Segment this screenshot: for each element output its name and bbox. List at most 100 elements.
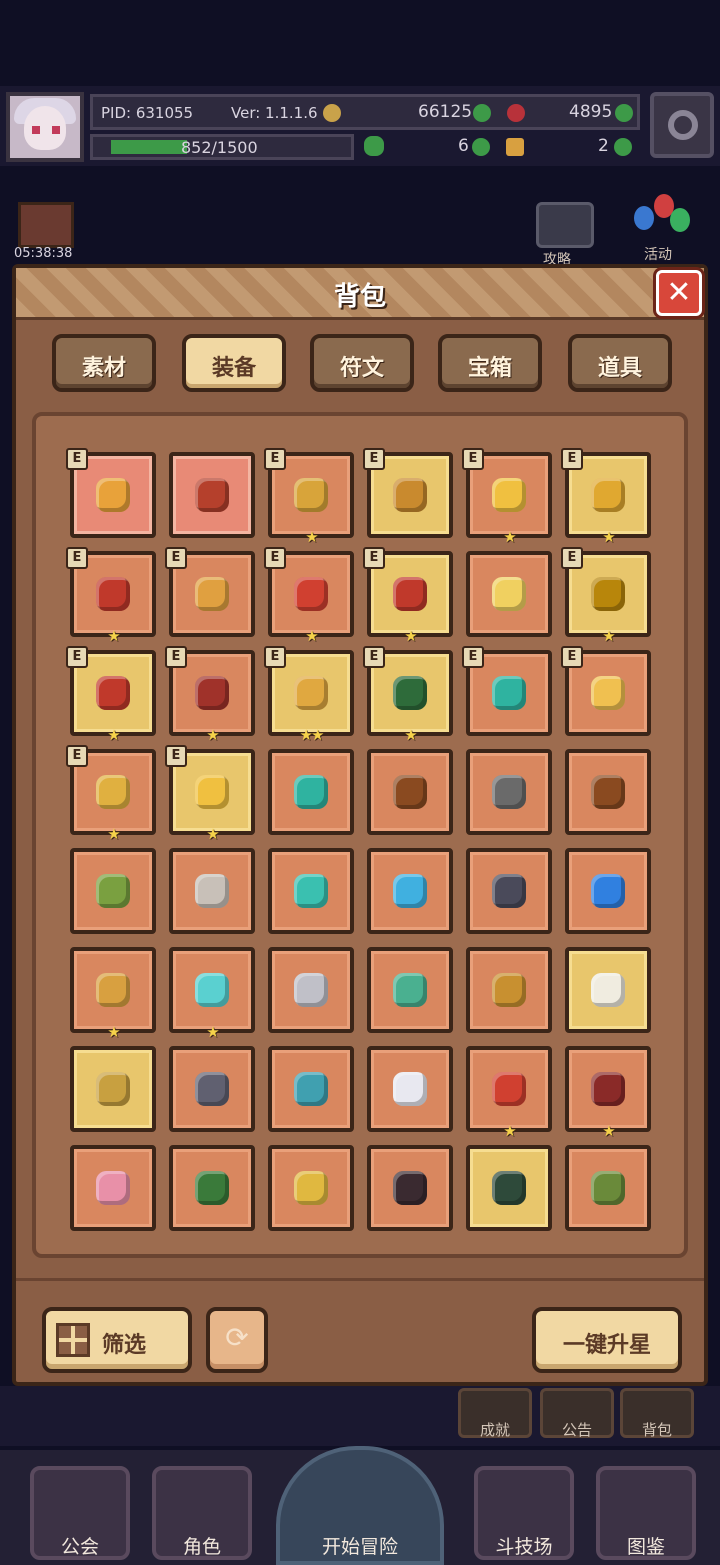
gold-coin-icon xyxy=(323,104,341,122)
item-slot-lamp[interactable] xyxy=(268,1046,354,1132)
item-slot-glove[interactable]: E ★ xyxy=(363,547,453,645)
pendant-icon xyxy=(96,775,130,809)
gem-count: 4895 xyxy=(569,102,613,122)
star-rating: ★ xyxy=(107,825,120,843)
filter-button[interactable]: 筛选 xyxy=(42,1307,192,1373)
equipped-badge: E xyxy=(462,646,484,668)
plus-icon[interactable] xyxy=(472,138,490,156)
mace-icon xyxy=(294,478,328,512)
avatar-eye xyxy=(32,126,40,134)
nav-arena[interactable]: 斗技场 xyxy=(474,1466,574,1560)
tab-materials[interactable]: 素材 xyxy=(52,334,156,392)
settings-button[interactable] xyxy=(650,92,714,158)
equipped-badge: E xyxy=(165,646,187,668)
sun-ring-icon xyxy=(492,577,526,611)
equipped-badge: E xyxy=(264,646,286,668)
item-slot-pearl[interactable] xyxy=(367,1046,453,1132)
bag-button[interactable]: 背包 xyxy=(620,1388,694,1439)
player-avatar[interactable] xyxy=(6,92,84,162)
star-rating: ★ xyxy=(206,726,219,744)
tab-equipment[interactable]: 装备 xyxy=(182,334,286,392)
item-slot-helmet[interactable]: E ★ xyxy=(462,448,552,546)
item-slot-iron-crossbow[interactable] xyxy=(466,749,552,835)
notice-button[interactable]: 公告 xyxy=(540,1388,614,1439)
boots-gold-icon xyxy=(294,676,328,710)
item-slot-necklace[interactable]: E ★ xyxy=(165,646,255,744)
plus-icon[interactable] xyxy=(614,138,632,156)
plus-icon[interactable] xyxy=(473,104,491,122)
tab-runes[interactable]: 符文 xyxy=(310,334,414,392)
guide-icon[interactable]: 攻略 xyxy=(536,202,594,268)
pid-label: PID: 631055 xyxy=(101,104,194,122)
item-slot-ring[interactable]: E ★ xyxy=(561,448,651,546)
item-slot-spear[interactable] xyxy=(466,947,552,1033)
exp-bar-fill xyxy=(111,140,187,154)
gem-icon xyxy=(507,104,525,122)
item-slot-green-mace[interactable] xyxy=(70,848,156,934)
plus-icon[interactable] xyxy=(615,104,633,122)
item-slot-dagger[interactable] xyxy=(169,1046,255,1132)
item-slot-axe[interactable] xyxy=(169,848,255,934)
item-slot-arrow[interactable]: ★ xyxy=(70,947,156,1041)
item-slot-sun-ring[interactable] xyxy=(466,551,552,637)
item-slot-gem-ring[interactable]: E ★ xyxy=(165,745,255,843)
gift-box-icon[interactable] xyxy=(18,202,74,248)
item-slot-crown[interactable] xyxy=(268,1145,354,1231)
filter-label: 筛选 xyxy=(102,1333,147,1358)
item-slot-boots-gold[interactable]: E ★★ xyxy=(264,646,354,744)
item-slot-red-hood[interactable]: ★ xyxy=(565,1046,651,1140)
item-slot-boots-green[interactable]: E ★ xyxy=(363,646,453,744)
star-rating: ★ xyxy=(404,726,417,744)
item-slot-wings-armor[interactable]: E xyxy=(165,547,255,637)
item-slot-ice-wand[interactable] xyxy=(367,848,453,934)
item-slot-scepter[interactable]: E xyxy=(363,448,453,538)
item-slot-crown-ring[interactable]: E ★ xyxy=(561,547,651,645)
item-slot-crossed-swords[interactable] xyxy=(268,947,354,1033)
item-slot-boots-teal[interactable]: E xyxy=(462,646,552,736)
item-slot-ice-club[interactable] xyxy=(268,848,354,934)
nav-guild[interactable]: 公会 xyxy=(30,1466,130,1560)
green-hood-icon xyxy=(195,1171,229,1205)
item-slot-phoenix-cloak[interactable]: ★ xyxy=(466,1046,552,1140)
refresh-button[interactable]: ⟳ xyxy=(206,1307,268,1373)
timer-label: 05:38:38 xyxy=(14,246,73,261)
nav-character[interactable]: 角色 xyxy=(152,1466,252,1560)
item-slot-dark-hood[interactable] xyxy=(466,1145,552,1231)
item-slot-green-hood[interactable] xyxy=(169,1145,255,1231)
item-slot-shield[interactable] xyxy=(565,947,651,1033)
item-slot-mace[interactable]: E ★ xyxy=(264,448,354,546)
one-click-upstar-button[interactable]: 一键升星 xyxy=(532,1307,682,1373)
item-slot-orb[interactable]: ★ xyxy=(169,947,255,1041)
item-slot-crossbow[interactable] xyxy=(367,749,453,835)
dark-sword-icon xyxy=(492,874,526,908)
item-slot-green-arrow[interactable] xyxy=(367,947,453,1033)
item-slot-hat[interactable]: E xyxy=(66,448,156,538)
item-slot-bow[interactable] xyxy=(268,749,354,835)
item-slot-staff[interactable] xyxy=(565,749,651,835)
star-rating: ★ xyxy=(602,528,615,546)
player-info-box: PID: 631055 Ver: 1.1.1.6 66125 4895 xyxy=(90,94,640,130)
item-slot-pink-hood[interactable] xyxy=(70,1145,156,1231)
nav-codex[interactable]: 图鉴 xyxy=(596,1466,696,1560)
tab-chests[interactable]: 宝箱 xyxy=(438,334,542,392)
item-slot-amulet[interactable]: E xyxy=(561,646,651,736)
glove-icon xyxy=(393,577,427,611)
item-slot-cap[interactable] xyxy=(169,452,255,538)
item-slot-gauntlet[interactable]: E ★ xyxy=(264,547,354,645)
tab-items[interactable]: 道具 xyxy=(568,334,672,392)
equipped-badge: E xyxy=(66,745,88,767)
close-button[interactable]: ✕ xyxy=(656,270,702,316)
item-slot-collar[interactable]: E ★ xyxy=(66,646,156,744)
item-slot-dark-sword[interactable] xyxy=(466,848,552,934)
item-slot-armor[interactable]: E ★ xyxy=(66,547,156,645)
upstar-label: 一键升星 xyxy=(562,1333,651,1358)
tab-label: 宝箱 xyxy=(467,356,512,381)
item-slot-leaf-hood[interactable] xyxy=(565,1145,651,1231)
item-slot-orb-staff[interactable] xyxy=(565,848,651,934)
balloons-icon[interactable]: 活动 xyxy=(630,190,694,263)
equipped-badge: E xyxy=(363,547,385,569)
achievements-button[interactable]: 成就 xyxy=(458,1388,532,1439)
item-slot-quiver[interactable] xyxy=(70,1046,156,1132)
item-slot-cat-hood[interactable] xyxy=(367,1145,453,1231)
item-slot-pendant[interactable]: E ★ xyxy=(66,745,156,843)
